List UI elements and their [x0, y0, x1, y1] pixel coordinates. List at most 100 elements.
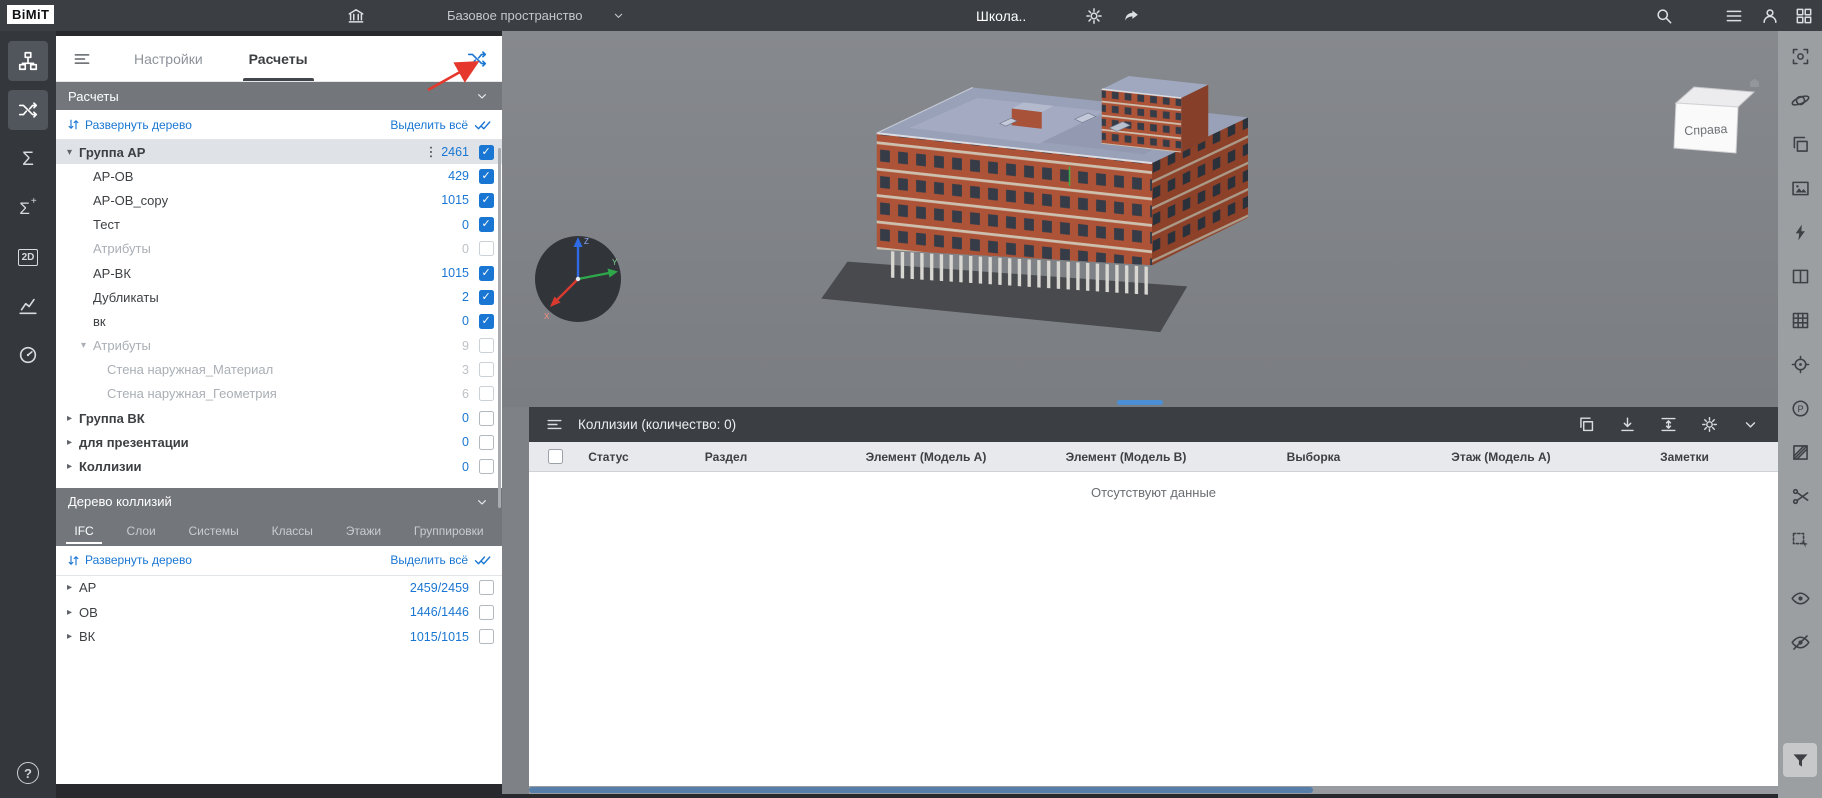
- tree-row-checkbox[interactable]: [479, 193, 494, 208]
- tree-row-checkbox[interactable]: [479, 217, 494, 232]
- collision-tree-tab[interactable]: Этажи: [329, 516, 397, 546]
- viewport-3d[interactable]: Z Y X Справа: [502, 31, 1778, 407]
- copy-view-icon[interactable]: [1783, 127, 1817, 161]
- grid-icon[interactable]: [1783, 303, 1817, 337]
- tree-row[interactable]: Стена наружная_Материал3: [56, 358, 502, 382]
- collision-check-icon[interactable]: [466, 48, 488, 70]
- tree-row[interactable]: Тест0: [56, 213, 502, 237]
- help-button[interactable]: ?: [17, 762, 39, 784]
- sum-plus-icon[interactable]: Σ+: [8, 188, 48, 228]
- collision-tree-tab[interactable]: IFC: [58, 516, 110, 546]
- tree-row-checkbox[interactable]: [479, 290, 494, 305]
- tree-row-checkbox[interactable]: [479, 386, 494, 401]
- collision-tree-section-header[interactable]: Дерево коллизий: [56, 488, 502, 516]
- settings-gear-icon[interactable]: [1082, 4, 1106, 28]
- expand-arrow-icon[interactable]: ▸: [62, 437, 77, 448]
- scrollbar-thumb[interactable]: [529, 787, 1313, 793]
- show-icon[interactable]: [1783, 581, 1817, 615]
- tab-calculations[interactable]: Расчеты: [245, 36, 312, 81]
- tree-row-checkbox[interactable]: [479, 241, 494, 256]
- tree-row[interactable]: Дубликаты2: [56, 285, 502, 309]
- panel-resize-handle[interactable]: [1117, 400, 1163, 405]
- tree-row-checkbox[interactable]: [479, 411, 494, 426]
- tree-row[interactable]: ▸Группа ВК0: [56, 406, 502, 430]
- filter-icon[interactable]: [1783, 743, 1817, 777]
- chart-icon[interactable]: [8, 286, 48, 326]
- copy-icon[interactable]: [1577, 415, 1596, 434]
- section-plane-icon[interactable]: [1783, 435, 1817, 469]
- building-model[interactable]: [502, 31, 1778, 407]
- split-view-icon[interactable]: [1783, 259, 1817, 293]
- image-icon[interactable]: [1783, 171, 1817, 205]
- plan-icon[interactable]: P: [1783, 391, 1817, 425]
- tree-row[interactable]: ▾Группа АР2461: [56, 140, 502, 164]
- orbit-icon[interactable]: [1783, 83, 1817, 117]
- tree-row-checkbox[interactable]: [479, 169, 494, 184]
- tree-row-checkbox[interactable]: [479, 459, 494, 474]
- nav-cube[interactable]: Справа: [1666, 77, 1762, 161]
- tree-row[interactable]: АР-ОВ_copy1015: [56, 188, 502, 212]
- row-height-icon[interactable]: [1659, 415, 1678, 434]
- screenshot-icon[interactable]: [1783, 39, 1817, 73]
- tree-row[interactable]: Атрибуты0: [56, 237, 502, 261]
- clip-plane-icon[interactable]: [1783, 479, 1817, 513]
- row-menu-icon[interactable]: [423, 144, 439, 160]
- collision-tree-tab[interactable]: Группировки: [397, 516, 500, 546]
- projects-icon[interactable]: [344, 4, 368, 28]
- focus-icon[interactable]: [1783, 347, 1817, 381]
- tree-row-checkbox[interactable]: [479, 580, 494, 595]
- tree-row-checkbox[interactable]: [479, 314, 494, 329]
- double-check-icon[interactable]: [474, 551, 492, 569]
- apps-grid-icon[interactable]: [1792, 4, 1816, 28]
- import-icon[interactable]: [1618, 415, 1637, 434]
- view-2d-icon[interactable]: 2D: [8, 237, 48, 277]
- tree-row-checkbox[interactable]: [479, 605, 494, 620]
- expand-arrow-icon[interactable]: ▸: [62, 582, 77, 593]
- tree-row[interactable]: ▸Коллизии0: [56, 454, 502, 478]
- select-all-checkbox[interactable]: [529, 449, 581, 464]
- tree-row-checkbox[interactable]: [479, 435, 494, 450]
- tree-row[interactable]: ▸ОВ1446/1446: [56, 600, 502, 625]
- axis-gizmo[interactable]: Z Y X: [526, 227, 636, 331]
- expand-tree-button[interactable]: Развернуть дерево: [85, 118, 192, 132]
- share-icon[interactable]: [1120, 4, 1144, 28]
- tree-row-checkbox[interactable]: [479, 266, 494, 281]
- chevron-down-icon[interactable]: [1741, 415, 1760, 434]
- collision-tree-tab[interactable]: Слои: [110, 516, 172, 546]
- user-icon[interactable]: [1758, 4, 1782, 28]
- tree-row[interactable]: вк0: [56, 309, 502, 333]
- collision-tree-tab[interactable]: Классы: [255, 516, 329, 546]
- hide-icon[interactable]: [1783, 625, 1817, 659]
- calculations-section-header[interactable]: Расчеты: [56, 82, 502, 110]
- double-check-icon[interactable]: [474, 116, 492, 134]
- collapse-arrow-icon[interactable]: ▾: [76, 340, 91, 351]
- tree-row-checkbox[interactable]: [479, 338, 494, 353]
- sum-icon[interactable]: Σ: [8, 139, 48, 179]
- tree-row[interactable]: ▸для презентации0: [56, 430, 502, 454]
- gear-icon[interactable]: [1700, 415, 1719, 434]
- tree-row[interactable]: АР-ВК1015: [56, 261, 502, 285]
- collision-check-icon[interactable]: [8, 90, 48, 130]
- workspace-selector[interactable]: Базовое пространство: [447, 0, 626, 31]
- collapse-arrow-icon[interactable]: ▾: [62, 147, 77, 158]
- select-all-button[interactable]: Выделить всё: [390, 553, 468, 567]
- tree-row[interactable]: АР-ОВ429: [56, 164, 502, 188]
- panel-scrollbar[interactable]: [498, 148, 501, 508]
- model-tree-icon[interactable]: [8, 41, 48, 81]
- expand-arrow-icon[interactable]: ▸: [62, 413, 77, 424]
- tab-settings[interactable]: Настройки: [130, 36, 207, 81]
- expand-tree-button[interactable]: Развернуть дерево: [85, 553, 192, 567]
- expand-arrow-icon[interactable]: ▸: [62, 631, 77, 642]
- collision-tree-tab[interactable]: Системы: [172, 516, 255, 546]
- selection-box-icon[interactable]: [1783, 523, 1817, 557]
- collisions-menu-icon[interactable]: [545, 415, 564, 434]
- tree-row[interactable]: ▸ВК1015/1015: [56, 625, 502, 650]
- expand-arrow-icon[interactable]: ▸: [62, 461, 77, 472]
- tree-row-checkbox[interactable]: [479, 145, 494, 160]
- header-checkbox[interactable]: [548, 449, 563, 464]
- gauge-icon[interactable]: [8, 335, 48, 375]
- tree-row[interactable]: ▾Атрибуты9: [56, 334, 502, 358]
- tree-row-checkbox[interactable]: [479, 362, 494, 377]
- tree-row[interactable]: Стена наружная_Геометрия6: [56, 382, 502, 406]
- select-all-button[interactable]: Выделить всё: [390, 118, 468, 132]
